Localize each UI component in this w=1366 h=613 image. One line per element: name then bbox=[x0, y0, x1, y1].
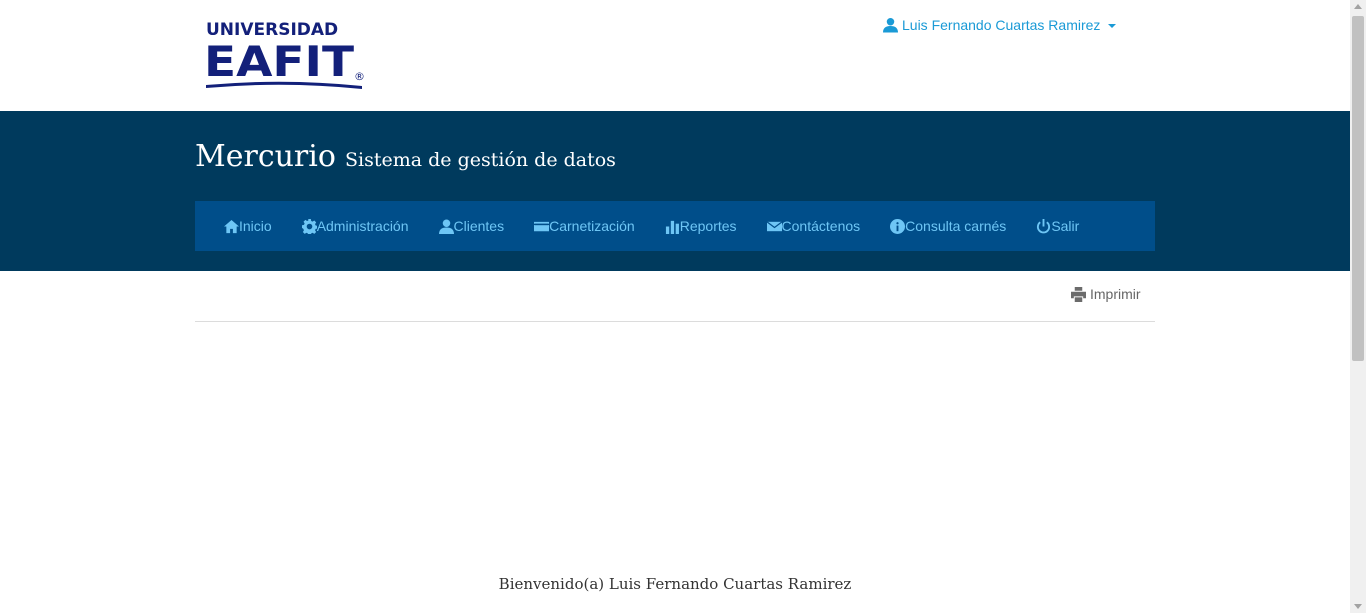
nav-item-label: Carnetización bbox=[549, 218, 635, 234]
nav-item-administracion[interactable]: Administración bbox=[301, 218, 409, 234]
logo-line2: EAFIT bbox=[204, 37, 354, 86]
eafit-logo-graphic: UNIVERSIDAD EAFIT ® bbox=[204, 20, 365, 89]
nav-item-carnetizacion[interactable]: Carnetización bbox=[534, 218, 635, 234]
app-subtitle: Sistema de gestión de datos bbox=[345, 149, 616, 171]
vertical-scrollbar[interactable] bbox=[1350, 0, 1366, 613]
nav-item-label: Reportes bbox=[679, 218, 737, 234]
nav-item-reportes[interactable]: Reportes bbox=[665, 218, 737, 234]
scrollbar-thumb[interactable] bbox=[1352, 16, 1364, 361]
nav-item-salir[interactable]: Salir bbox=[1036, 218, 1079, 234]
print-button[interactable]: Imprimir bbox=[1071, 286, 1141, 302]
nav-item-label: Administración bbox=[316, 218, 409, 234]
chevron-down-icon bbox=[1108, 24, 1117, 28]
nav-item-inicio[interactable]: Inicio bbox=[224, 218, 272, 234]
user-menu-dropdown[interactable]: Luis Fernando Cuartas Ramirez bbox=[883, 15, 1117, 35]
card-icon bbox=[534, 221, 550, 231]
logo-registered-mark: ® bbox=[354, 70, 365, 83]
home-icon bbox=[224, 219, 239, 233]
user-name: Luis Fernando Cuartas Ramirez bbox=[902, 17, 1101, 33]
nav-item-label: Contáctenos bbox=[781, 218, 861, 234]
app-name: Mercurio bbox=[195, 139, 336, 174]
nav-item-label: Salir bbox=[1051, 218, 1080, 234]
printer-icon bbox=[1071, 286, 1086, 302]
user-icon bbox=[883, 17, 898, 33]
app-header-band: Mercurio Sistema de gestión de datos Ini… bbox=[0, 111, 1350, 271]
nav-item-label: Clientes bbox=[453, 218, 505, 234]
main-navigation: Inicio Administración Clientes Carnetiza… bbox=[195, 201, 1155, 251]
top-header: UNIVERSIDAD EAFIT ® Luis Fernando Cuarta… bbox=[0, 0, 1350, 111]
nav-item-consulta-carnes[interactable]: Consulta carnés bbox=[890, 218, 1006, 234]
scroll-down-arrow-icon[interactable] bbox=[1354, 604, 1362, 609]
content-divider bbox=[195, 321, 1155, 322]
page-title: Mercurio Sistema de gestión de datos bbox=[195, 139, 616, 174]
welcome-message: Bienvenido(a) Luis Fernando Cuartas Rami… bbox=[498, 575, 852, 593]
info-icon bbox=[890, 218, 906, 234]
envelope-icon bbox=[766, 220, 782, 231]
print-label: Imprimir bbox=[1090, 286, 1141, 302]
nav-item-contactenos[interactable]: Contáctenos bbox=[766, 218, 861, 234]
power-icon bbox=[1037, 218, 1051, 233]
scroll-up-arrow-icon[interactable] bbox=[1354, 4, 1362, 9]
nav-item-label: Inicio bbox=[239, 218, 272, 234]
university-logo[interactable]: UNIVERSIDAD EAFIT ® bbox=[204, 18, 369, 90]
bar-chart-icon bbox=[665, 220, 679, 234]
page: UNIVERSIDAD EAFIT ® Luis Fernando Cuarta… bbox=[0, 0, 1350, 613]
nav-item-label: Consulta carnés bbox=[905, 218, 1007, 234]
nav-item-clientes[interactable]: Clientes bbox=[438, 218, 505, 234]
user-icon bbox=[438, 218, 454, 234]
gear-icon bbox=[301, 218, 317, 234]
